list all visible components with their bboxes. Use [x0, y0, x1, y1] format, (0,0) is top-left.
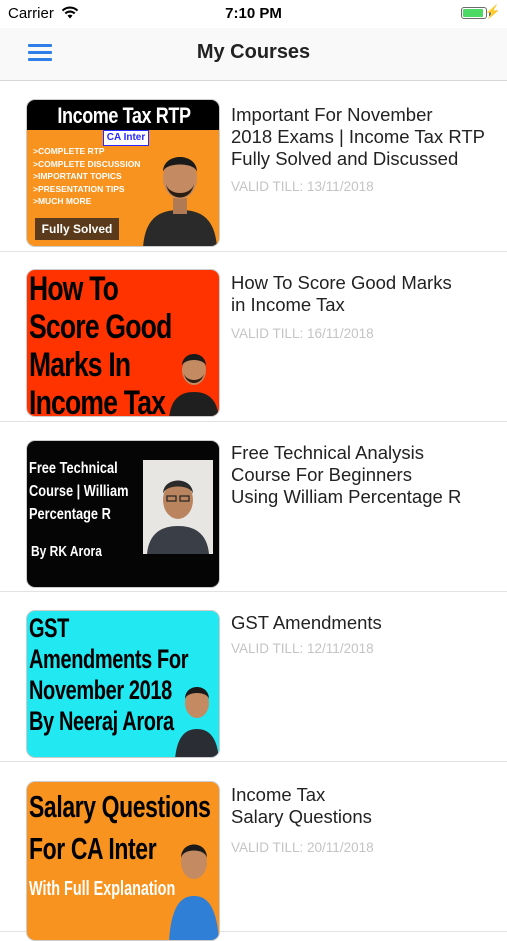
status-bar: Carrier 7:10 PM ⚡: [0, 0, 507, 28]
course-thumbnail: GST Amendments For November 2018 By Neer…: [26, 610, 220, 758]
course-row-technical-analysis[interactable]: Free Technical Course | William Percenta…: [0, 421, 507, 592]
bullet-item: >PRESENTATION TIPS: [33, 183, 125, 194]
course-title: GST Amendments: [231, 612, 382, 633]
thumb-line: By Neeraj Arora: [29, 706, 174, 736]
thumb-line: Course | William: [29, 483, 129, 500]
valid-till-label: VALID TILL: 20/11/2018: [231, 840, 374, 855]
page-title: My Courses: [196, 41, 311, 63]
thumbnail-author: By RK Arora: [31, 543, 102, 560]
course-title: How To Score Good Marks in Income Tax: [231, 272, 452, 315]
presenter-photo: [169, 844, 219, 940]
thumbnail-bullets: >COMPLETE RTP >COMPLETE DISCUSSION >IMPO…: [33, 145, 140, 208]
course-row-score-good-marks[interactable]: How To Score Good Marks In Income Tax Ho…: [0, 251, 507, 422]
thumb-line: November 2018: [29, 675, 172, 705]
thumb-line: How To: [29, 270, 119, 308]
thumbnail-text: Free Technical Course | William Percenta…: [29, 457, 128, 526]
thumb-line: GST: [29, 613, 69, 643]
valid-till-label: VALID TILL: 13/11/2018: [231, 179, 374, 194]
thumb-line: Free Technical: [29, 460, 118, 477]
thumb-line: Amendments For: [29, 644, 189, 674]
presenter-photo: [169, 354, 219, 416]
thumb-line: Income Tax: [29, 384, 166, 417]
charging-bolt-icon: ⚡: [484, 4, 501, 19]
course-title: Income Tax Salary Questions: [231, 784, 372, 827]
presenter-photo: [143, 157, 217, 246]
thumb-line: Marks In: [29, 346, 131, 384]
presenter-photo: [175, 687, 219, 757]
thumb-line: Score Good: [29, 308, 172, 346]
navigation-bar: My Courses: [0, 28, 507, 81]
course-thumbnail: Income Tax RTP CA Inter >COMPLETE RTP >C…: [26, 99, 220, 247]
thumbnail-heading: Income Tax RTP: [57, 103, 191, 128]
battery-icon: [461, 7, 487, 19]
bullet-item: >IMPORTANT TOPICS: [33, 171, 122, 181]
bullet-item: >MUCH MORE: [33, 196, 92, 206]
course-row-income-tax-rtp[interactable]: Income Tax RTP CA Inter >COMPLETE RTP >C…: [0, 81, 507, 252]
course-title: Important For November 2018 Exams | Inco…: [231, 104, 485, 169]
course-thumbnail: How To Score Good Marks In Income Tax: [26, 269, 220, 417]
course-thumbnail: Salary Questions For CA Inter With Full …: [26, 781, 220, 941]
clock-time: 7:10 PM: [225, 5, 282, 22]
valid-till-label: VALID TILL: 16/11/2018: [231, 326, 374, 341]
bullet-item: >COMPLETE DISCUSSION: [33, 158, 141, 169]
bullet-item: >COMPLETE RTP: [33, 146, 105, 156]
author-photo: [143, 460, 213, 554]
thumbnail-text: GST Amendments For November 2018 By Neer…: [29, 613, 188, 737]
course-row-gst-amendments[interactable]: GST Amendments For November 2018 By Neer…: [0, 591, 507, 762]
thumbnail-ribbon: Fully Solved: [35, 218, 119, 240]
battery-level-fill: [463, 9, 483, 17]
thumbnail-text: How To Score Good Marks In Income Tax: [29, 270, 172, 417]
course-thumbnail: Free Technical Course | William Percenta…: [26, 440, 220, 588]
thumbnail-subtext: With Full Explanation: [29, 878, 176, 900]
course-row-salary-questions[interactable]: Salary Questions For CA Inter With Full …: [0, 761, 507, 941]
thumb-line: Percentage R: [29, 506, 111, 523]
valid-till-label: VALID TILL: 12/11/2018: [231, 641, 374, 656]
thumb-line: Salary Questions: [29, 789, 211, 824]
course-title: Free Technical Analysis Course For Begin…: [231, 442, 462, 507]
